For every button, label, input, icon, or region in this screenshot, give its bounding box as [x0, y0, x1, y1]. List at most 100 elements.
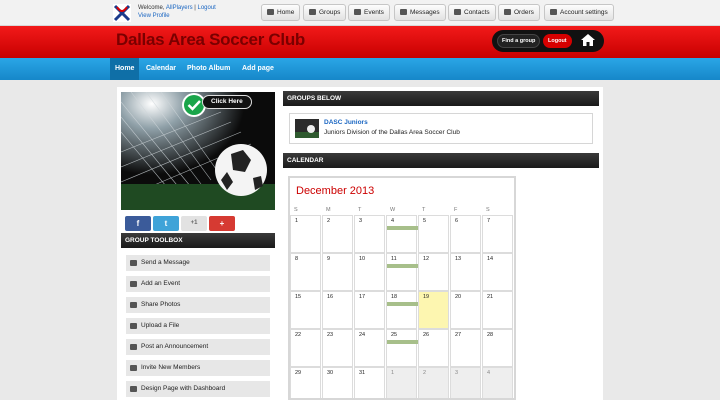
group-photo[interactable]: Click Here	[121, 92, 275, 210]
calendar-day-number: 7	[487, 218, 491, 224]
calendar-day-number: 10	[359, 256, 366, 262]
calendar-day-cell[interactable]: 25	[386, 329, 418, 367]
calendar-day-cell[interactable]: 8	[290, 253, 321, 291]
topnav-events-button[interactable]: Events	[348, 4, 390, 21]
calendar-day-cell[interactable]: 6	[450, 215, 481, 253]
upload-file-button[interactable]: Upload a File	[126, 318, 270, 334]
calendar-event-bar[interactable]	[387, 340, 418, 344]
group-nav: Home Calendar Photo Album Add page	[0, 58, 720, 80]
calendar-event-bar[interactable]	[387, 302, 418, 306]
topnav-contacts-button[interactable]: Contacts	[448, 4, 496, 21]
calendar-day-number: 31	[359, 370, 366, 376]
facebook-share-button[interactable]: f	[125, 216, 151, 231]
calendar-day-cell[interactable]: 11	[386, 253, 418, 291]
welcome-block: Welcome, AllPlayers | Logout View Profil…	[138, 4, 216, 20]
club-title[interactable]: Dallas Area Soccer Club	[116, 30, 305, 50]
calendar-day-cell[interactable]: 31	[354, 367, 385, 398]
google-plus-one-icon: +1	[190, 220, 198, 226]
twitter-share-button[interactable]: t	[153, 216, 179, 231]
calendar-day-cell[interactable]: 24	[354, 329, 385, 367]
calendar-day-cell[interactable]: 7	[482, 215, 513, 253]
calendar-day-number: 3	[455, 370, 459, 376]
calendar-event-bar[interactable]	[387, 226, 418, 230]
more-share-button[interactable]: +	[209, 216, 235, 231]
topnav-orders-button[interactable]: Orders	[498, 4, 540, 21]
home-icon[interactable]	[580, 33, 596, 47]
calendar-day-cell[interactable]: 1	[290, 215, 321, 253]
club-banner: Dallas Area Soccer Club Find a group Log…	[0, 26, 720, 58]
calendar-day-cell[interactable]: 27	[450, 329, 481, 367]
calendar-day-cell[interactable]: 21	[482, 291, 513, 329]
calendar-day-cell[interactable]: 30	[322, 367, 353, 398]
folder-icon	[130, 323, 137, 329]
calendar-day-cell[interactable]: 18	[386, 291, 418, 329]
calendar-day-cell[interactable]: 28	[482, 329, 513, 367]
calendar-day-cell[interactable]: 26	[418, 329, 449, 367]
calendar-day-number: 20	[455, 294, 462, 300]
topnav-account-settings-button[interactable]: Account settings	[544, 4, 614, 21]
logout-link[interactable]: Logout	[198, 5, 216, 11]
add-event-button[interactable]: Add an Event	[126, 276, 270, 292]
find-a-group-button[interactable]: Find a group	[497, 34, 541, 48]
google-plus-one-button[interactable]: +1	[181, 216, 207, 231]
allplayers-logo[interactable]	[112, 3, 132, 23]
calendar-day-cell[interactable]: 2	[322, 215, 353, 253]
calendar-day-cell[interactable]: 2	[418, 367, 449, 398]
tab-home[interactable]: Home	[110, 58, 140, 80]
calendar-day-cell[interactable]: 12	[418, 253, 449, 291]
topnav-groups-button[interactable]: Groups	[303, 4, 347, 21]
calendar-day-cell[interactable]: 4	[482, 367, 513, 398]
user-plus-icon	[130, 365, 137, 371]
user-link[interactable]: AllPlayers	[166, 5, 193, 11]
calendar-day-number: 4	[391, 218, 395, 224]
calendar-day-cell[interactable]: 9	[322, 253, 353, 291]
calendar-day-number: 2	[423, 370, 427, 376]
calendar-day-cell[interactable]: 20	[450, 291, 481, 329]
tab-calendar[interactable]: Calendar	[141, 58, 181, 80]
send-message-button[interactable]: Send a Message	[126, 255, 270, 271]
home-icon	[267, 9, 274, 15]
calendar-day-cell[interactable]: 17	[354, 291, 385, 329]
calendar-day-cell[interactable]: 23	[322, 329, 353, 367]
banner-logout-button[interactable]: Logout	[543, 34, 572, 48]
tab-photo-album[interactable]: Photo Album	[182, 58, 235, 80]
topnav-messages-button[interactable]: Messages	[394, 4, 446, 21]
calendar-day-cell[interactable]: 16	[322, 291, 353, 329]
plus-icon: +	[219, 219, 225, 228]
calendar-day-cell[interactable]: 15	[290, 291, 321, 329]
share-photos-label: Share Photos	[141, 301, 181, 308]
calendar-day-number: 5	[423, 218, 427, 224]
calendar-day-cell[interactable]: 22	[290, 329, 321, 367]
calendar-day-number: 2	[327, 218, 331, 224]
calendar-day-number: 11	[391, 256, 397, 262]
calendar-day-of-week: F	[454, 207, 458, 213]
post-announcement-button[interactable]: Post an Announcement	[126, 339, 270, 355]
topnav-home-button[interactable]: Home	[261, 4, 301, 21]
group-name-link[interactable]: DASC Juniors	[324, 119, 368, 126]
calendar-day-cell[interactable]: 3	[450, 367, 481, 398]
view-profile-link[interactable]: View Profile	[138, 13, 170, 19]
calendar-day-cell[interactable]: 19	[418, 291, 449, 329]
calendar-day-number: 1	[391, 370, 395, 376]
calendar-day-cell[interactable]: 10	[354, 253, 385, 291]
calendar-day-cell[interactable]: 13	[450, 253, 481, 291]
add-event-label: Add an Event	[141, 280, 181, 287]
main-content: Click Here f t +1 + GROUP TOOLBOX Send a…	[117, 87, 603, 400]
calendar-day-cell[interactable]: 5	[418, 215, 449, 253]
groups-icon	[309, 9, 316, 15]
calendar-day-number: 4	[487, 370, 491, 376]
group-card[interactable]: DASC Juniors Juniors Division of the Dal…	[289, 113, 593, 144]
calendar-day-cell[interactable]: 4	[386, 215, 418, 253]
post-announcement-label: Post an Announcement	[141, 343, 209, 350]
design-page-button[interactable]: Design Page with Dashboard	[126, 381, 270, 397]
calendar-day-cell[interactable]: 3	[354, 215, 385, 253]
tab-add-page[interactable]: Add page	[237, 58, 279, 80]
invite-members-button[interactable]: Invite New Members	[126, 360, 270, 376]
calendar-event-bar[interactable]	[387, 264, 418, 268]
calendar-day-cell[interactable]: 1	[386, 367, 417, 398]
click-here-button[interactable]: Click Here	[202, 95, 252, 109]
calendar-day-cell[interactable]: 14	[482, 253, 513, 291]
share-photos-button[interactable]: Share Photos	[126, 297, 270, 313]
calendar-day-number: 30	[327, 370, 334, 376]
calendar-day-cell[interactable]: 29	[290, 367, 321, 398]
